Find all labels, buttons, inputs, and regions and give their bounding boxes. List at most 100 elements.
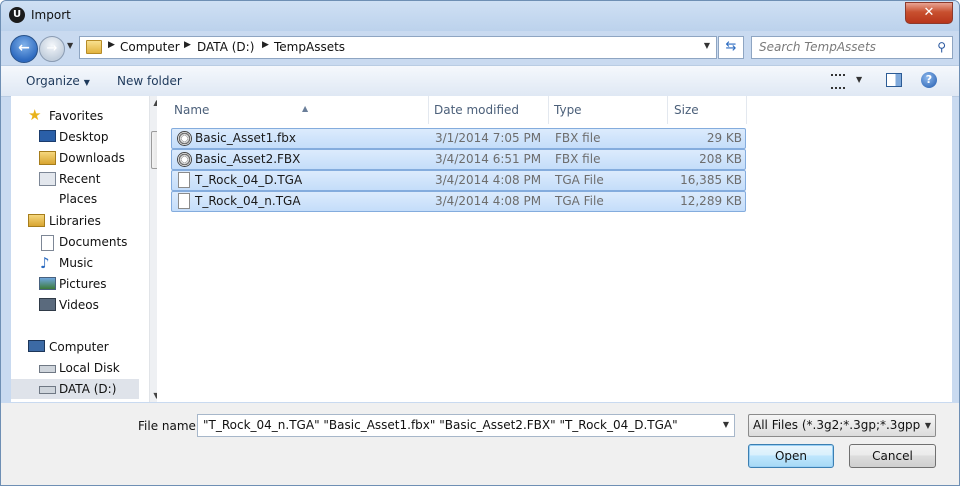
sidebar-label: Downloads [59, 151, 125, 165]
preview-pane-icon[interactable] [886, 73, 902, 87]
file-row[interactable]: Basic_Asset2.FBX 3/4/2014 6:51 PM FBX fi… [171, 149, 746, 170]
file-type-value: All Files (*.3g2;*.3gp;*.3gpp;*.3g [753, 418, 936, 432]
file-type: TGA File [555, 173, 604, 187]
column-header-name[interactable]: Name ▲ [165, 96, 429, 124]
refresh-button[interactable]: ⇆ [718, 36, 744, 59]
sidebar-item-libraries[interactable]: Libraries [11, 211, 139, 231]
close-button[interactable]: ✕ [905, 2, 953, 24]
command-bar: Organize ▼ New folder ▼ ? [1, 65, 959, 97]
back-button[interactable]: ← [10, 35, 38, 63]
file-type-select[interactable]: All Files (*.3g2;*.3gp;*.3gpp;*.3g ▼ [748, 414, 936, 437]
chevron-right-icon[interactable]: ▶ [184, 40, 191, 50]
sidebar-item-computer[interactable]: Computer [11, 337, 139, 357]
organize-menu[interactable]: Organize ▼ [26, 74, 90, 88]
sidebar-label: Computer [49, 340, 109, 354]
chevron-down-icon[interactable]: ▼ [723, 420, 729, 429]
file-size: 29 KB [706, 131, 742, 145]
breadcrumb-tempassets[interactable]: TempAssets [274, 40, 345, 54]
window-title: Import [31, 8, 71, 22]
music-icon: ♪ [40, 254, 50, 272]
breadcrumb-data-drive[interactable]: DATA (D:) [197, 40, 254, 54]
file-date: 3/4/2014 6:51 PM [435, 152, 542, 166]
file-type: TGA File [555, 194, 604, 208]
downloads-icon [39, 151, 56, 165]
sidebar-item-desktop[interactable]: Desktop [11, 127, 139, 147]
view-dropdown-icon[interactable]: ▼ [856, 75, 862, 84]
recent-pages-dropdown[interactable]: ▼ [67, 41, 73, 50]
sidebar-label: Music [59, 256, 94, 270]
column-label: Name [174, 103, 210, 117]
file-row[interactable]: T_Rock_04_D.TGA 3/4/2014 4:08 PM TGA Fil… [171, 170, 746, 191]
star-icon: ★ [28, 106, 42, 124]
file-name: Basic_Asset1.fbx [195, 131, 296, 145]
fbx-file-icon [177, 152, 192, 167]
chevron-down-icon: ▼ [921, 415, 935, 436]
chevron-right-icon[interactable]: ▶ [108, 40, 115, 50]
refresh-icon: ⇆ [725, 39, 737, 54]
sidebar-item-local-disk-c[interactable]: Local Disk (C:) [11, 358, 139, 395]
dialog-footer: File name: "T_Rock_04_n.TGA" "Basic_Asse… [1, 403, 959, 485]
sidebar-label: DATA (D:) [59, 382, 117, 396]
sidebar-item-pictures[interactable]: Pictures [11, 274, 139, 294]
open-button[interactable]: Open [748, 444, 834, 468]
file-name: Basic_Asset2.FBX [195, 152, 301, 166]
tga-file-icon [178, 193, 190, 209]
organize-label: Organize [26, 74, 80, 88]
fbx-file-icon [177, 131, 192, 146]
chevron-down-icon: ▼ [83, 78, 90, 87]
column-label: Date modified [434, 103, 520, 117]
new-folder-button[interactable]: New folder [117, 74, 182, 88]
address-bar[interactable]: ▶ Computer ▶ DATA (D:) ▶ TempAssets ▼ [79, 36, 717, 59]
sidebar-label: Videos [59, 298, 99, 312]
column-label: Type [554, 103, 582, 117]
sidebar-item-videos[interactable]: Videos [11, 295, 139, 315]
sort-ascending-icon: ▲ [302, 104, 309, 113]
file-row[interactable]: Basic_Asset1.fbx 3/1/2014 7:05 PM FBX fi… [171, 128, 746, 149]
file-name-label: File name: [138, 419, 200, 433]
column-header-size[interactable]: Size [668, 96, 747, 124]
search-input[interactable]: Search TempAssets ⚲ [751, 36, 953, 59]
arrow-left-icon: ← [18, 40, 30, 56]
file-date: 3/4/2014 4:08 PM [435, 173, 542, 187]
file-name-input[interactable]: "T_Rock_04_n.TGA" "Basic_Asset1.fbx" "Ba… [197, 414, 735, 437]
column-header-date-modified[interactable]: Date modified [429, 96, 549, 124]
cancel-button[interactable]: Cancel [849, 444, 936, 468]
folder-icon [86, 40, 102, 54]
breadcrumb-computer[interactable]: Computer [120, 40, 180, 54]
title-bar[interactable]: U Import ✕ [1, 1, 959, 31]
file-row[interactable]: T_Rock_04_n.TGA 3/4/2014 4:08 PM TGA Fil… [171, 191, 746, 212]
libraries-icon [28, 214, 45, 227]
navigation-pane: ★ Favorites Desktop Downloads Recent Pla… [11, 96, 163, 402]
sidebar-item-favorites[interactable]: ★ Favorites [11, 106, 139, 126]
sidebar-item-documents[interactable]: Documents [11, 232, 139, 252]
chevron-right-icon[interactable]: ▶ [262, 40, 269, 50]
sidebar-label: Documents [59, 235, 128, 249]
file-name: T_Rock_04_n.TGA [195, 194, 301, 208]
column-header-type[interactable]: Type [549, 96, 668, 124]
column-label: Size [674, 103, 699, 117]
file-name-value: "T_Rock_04_n.TGA" "Basic_Asset1.fbx" "Ba… [203, 418, 678, 432]
unreal-logo-icon: U [9, 7, 25, 23]
help-icon[interactable]: ? [921, 72, 937, 88]
file-size: 16,385 KB [680, 173, 742, 187]
view-options-icon[interactable] [831, 74, 845, 89]
sidebar-label: Desktop [59, 130, 109, 144]
file-date: 3/1/2014 7:05 PM [435, 131, 542, 145]
sidebar-label: Favorites [49, 109, 104, 123]
forward-button[interactable]: → [39, 36, 65, 62]
sidebar-item-downloads[interactable]: Downloads [11, 148, 139, 168]
tga-file-icon [178, 172, 190, 188]
sidebar-label: Libraries [49, 214, 101, 228]
sidebar-item-music[interactable]: ♪ Music [11, 253, 139, 273]
address-dropdown-icon[interactable]: ▼ [704, 41, 710, 50]
sidebar-item-recent-places[interactable]: Recent Places [11, 169, 139, 206]
file-name: T_Rock_04_D.TGA [195, 173, 303, 187]
search-placeholder: Search TempAssets [759, 40, 876, 54]
documents-icon [41, 235, 54, 251]
search-icon[interactable]: ⚲ [937, 40, 946, 54]
file-size: 208 KB [699, 152, 742, 166]
file-type: FBX file [555, 152, 601, 166]
sidebar-item-data-d[interactable]: DATA (D:) [11, 379, 139, 399]
videos-icon [39, 298, 56, 311]
arrow-right-icon: → [46, 41, 58, 56]
